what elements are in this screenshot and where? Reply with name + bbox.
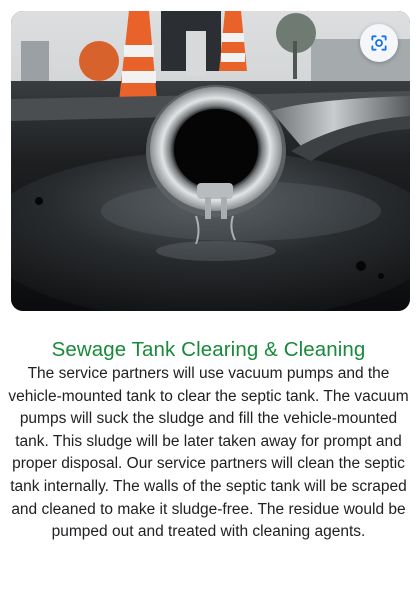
google-lens-icon <box>371 35 387 51</box>
service-image[interactable] <box>11 11 410 311</box>
hose-photo-illustration <box>11 11 410 311</box>
service-description: The service partners will use vacuum pum… <box>8 365 409 541</box>
service-card: Sewage Tank Clearing & Cleaning The serv… <box>0 0 417 601</box>
service-title: Sewage Tank Clearing & Cleaning <box>51 338 366 361</box>
google-lens-button[interactable] <box>360 24 398 62</box>
